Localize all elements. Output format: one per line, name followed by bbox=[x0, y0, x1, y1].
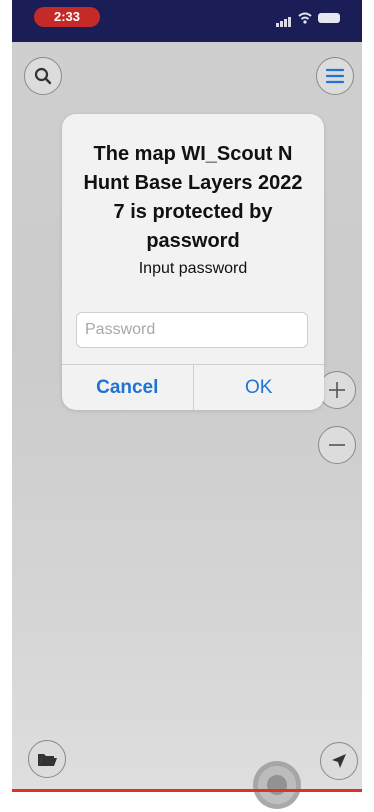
folder-icon bbox=[38, 754, 57, 766]
wifi-icon bbox=[298, 12, 312, 24]
status-icons bbox=[276, 9, 340, 27]
password-input[interactable] bbox=[76, 312, 308, 348]
zoom-out-button[interactable] bbox=[318, 426, 356, 464]
cancel-button[interactable]: Cancel bbox=[62, 365, 194, 410]
touch-indicator bbox=[253, 761, 301, 809]
status-bar: 2:33 bbox=[12, 0, 362, 42]
dialog-actions: Cancel OK bbox=[62, 364, 324, 410]
time-indicator: 2:33 bbox=[34, 7, 100, 27]
password-dialog: The map WI_Scout N Hunt Base Layers 2022… bbox=[62, 114, 324, 410]
signal-icon bbox=[276, 9, 292, 27]
bottom-accent-bar bbox=[12, 789, 362, 792]
search-button[interactable] bbox=[24, 57, 62, 95]
dialog-title: The map WI_Scout N Hunt Base Layers 2022… bbox=[83, 143, 303, 252]
menu-button[interactable] bbox=[316, 57, 354, 95]
battery-icon bbox=[318, 13, 340, 23]
zoom-out-icon bbox=[329, 444, 345, 446]
open-folder-button[interactable] bbox=[28, 740, 66, 778]
ok-button[interactable]: OK bbox=[194, 365, 325, 410]
search-icon bbox=[34, 67, 52, 85]
locate-arrow-icon bbox=[332, 754, 346, 768]
zoom-in-icon bbox=[329, 382, 345, 398]
dialog-message: Input password bbox=[138, 260, 248, 277]
locate-button[interactable] bbox=[320, 742, 358, 780]
menu-icon bbox=[325, 68, 345, 84]
